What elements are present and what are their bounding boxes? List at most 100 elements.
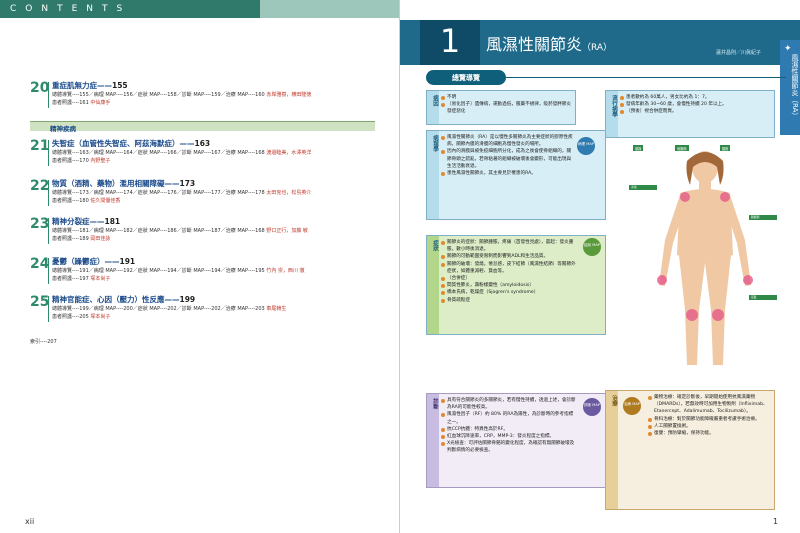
human-body-illustration (657, 151, 753, 365)
list-item: 患者數約為 60萬人，男女比約為 1：7。 (620, 94, 771, 101)
panel-label: 診斷 (427, 394, 439, 487)
figure-callout: 足趾 (749, 295, 777, 301)
chapter-number: 21 (30, 138, 50, 154)
toc-line: 患者照護----180 佐久間優佳香 (52, 198, 121, 204)
figure-callout: 手指 (629, 185, 657, 191)
chapter-number: 22 (30, 178, 50, 194)
list-item: 人工關節置換術。 (648, 423, 771, 430)
toc-line: 總體導覽----173／病理 MAP----174／症狀 MAP----176／… (52, 190, 312, 196)
treatment-map-badge[interactable]: 治療 MAP (623, 397, 641, 415)
list-item: 〔預後〕視合併症而異。 (620, 108, 771, 115)
panel-treatment: 治療 藥物治療：確定診斷後，早期開始使用抗風濕藥物（DMARDs），若無效時可加… (605, 390, 775, 510)
panel-symptoms: 症狀 關節炎的症狀：關節腫脹，疼痛（首發性見處），晨起：發炎腫脹，數小時後消退。… (426, 235, 606, 335)
toc-entry-22[interactable]: 22 物質（酒精、藥物）濫用相關障礙——173 總體導覽----173／病理 M… (30, 178, 370, 208)
figure-tag: 肩關節 (675, 145, 689, 151)
list-item: 因內的滑膜與被免疫細胞所分化，成為之後會使骨組織的，關節骨頭之錯亂，若骨粘著的組… (441, 148, 575, 170)
list-item: 〔合併症〕 (441, 275, 577, 282)
panel-label: 治療 (606, 391, 618, 509)
list-item: 患性風濕性關節炎，其主要見於罹患的RA。 (441, 170, 575, 177)
panel-label: 病因 (427, 91, 439, 124)
chapter-title: 精神分裂症——181 (52, 217, 121, 226)
toc-entry-24[interactable]: 24 憂鬱（躁鬱症）——191 總體導覽----191／病理 MAP----19… (30, 256, 370, 286)
entry-divider (48, 218, 49, 244)
toc-entry-21[interactable]: 21 失智症（血管性失智症、阿茲海默症）——163 總體導覽----163／病理… (30, 138, 370, 168)
overview-heading: 總覽導覽 (426, 70, 786, 90)
entry-divider (48, 140, 49, 166)
list-item: 風濕性關節炎（RA）是以慢性多關節炎為主要症狀的膠原性疾病，關節內膜的滑膜的細胞… (441, 134, 575, 148)
panel-pathology: 病理學 風濕性關節炎（RA）是以慢性多關節炎為主要症狀的膠原性疾病，關節內膜的滑… (426, 130, 606, 220)
list-item: 紅血球沉降速率，CRP，MMP-3：發炎程度之指標。 (441, 433, 577, 440)
panel-diagnosis: 診斷 具有符合關節炎的多關節炎，若有慢性持續，透過上述，會診斷為RA的可能性較高… (426, 393, 606, 488)
toc-entry-23[interactable]: 23 精神分裂症——181 總體導覽----181／病理 MAP----182／… (30, 216, 370, 246)
list-item: 復健：預防攣縮，保持功能。 (648, 430, 771, 437)
toc-entry-20[interactable]: 20 重症肌無力症——155 總體導覽----155／病理 MAP----156… (30, 80, 370, 110)
entry-divider (48, 296, 49, 322)
toc-line: 患者照護----189 岡田佳詠 (52, 236, 111, 242)
body-figure: 頭痛 肩關節 頸椎 手指 膝關節 足趾 (625, 145, 785, 375)
toc-line: 患者照護----197 塚本尚子 (52, 276, 111, 282)
overview-rule (506, 77, 786, 78)
toc-line: 總體導覽----191／病理 MAP----192／症狀 MAP----194／… (52, 268, 305, 274)
list-item: 具有符合關節炎的多關節炎，若有慢性持續，透過上述，會診斷為RA的可能性較高。 (441, 397, 577, 411)
list-item: 〔易化因子〕遺傳病，運動過低，服藥不規律，吸菸發胖節炎發症惡化 (441, 101, 572, 115)
toc-line: 總體導覽----163／病理 MAP----164／症狀 MAP----166／… (52, 150, 312, 156)
list-item: 橋本氏病，乾燥症（Sjogren's syndrome） (441, 289, 577, 296)
list-item: 藥物治療：確定診斷後，早期開始使用抗風濕藥物（DMARDs），若無效時可加用生物… (648, 394, 771, 416)
chapter-title: 憂鬱（躁鬱症）——191 (52, 257, 136, 266)
list-item: 風濕性因子（RF）約 80% 的RA為陽性，為診斷時的參考指標之一。 (441, 411, 577, 425)
toc-line: 總體導覽----181／病理 MAP----182／症狀 MAP----186／… (52, 228, 308, 234)
figure-tag: 頭痛 (633, 145, 644, 151)
page-number: 1 (773, 517, 779, 526)
list-item: 關節的破壞：發燒，倦怠感，皮下結節（風濕性結節）等關節外症狀，如體重減輕、貧血等… (441, 261, 577, 275)
figure-callout: 膝關節 (749, 215, 777, 221)
entry-divider (48, 180, 49, 206)
chapter-title: 風濕性關節炎（RA） (486, 35, 613, 54)
side-tab[interactable]: 風濕性關節炎（RA） (780, 40, 800, 135)
chapter-number: 23 (30, 216, 50, 232)
list-item: 關節的可動範圍受限制而影響到ADL和生活品質。 (441, 253, 577, 260)
chapter-title: 重症肌無力症——155 (52, 81, 128, 90)
left-page: CONTENTS 20 重症肌無力症——155 總體導覽----155／病理 M… (0, 0, 400, 533)
panel-label: 症狀 (427, 236, 439, 334)
list-item: 間質性肺炎，澱粉樣變性（amyloidosis） (441, 282, 577, 289)
chapter-author: 蓮井昌則／川眞紀子 (716, 50, 762, 56)
chapter-number: 24 (30, 256, 50, 272)
toc-line: 患者照護----170 內野聖子 (52, 158, 111, 164)
symptom-map-badge[interactable]: 症狀 MAP (583, 238, 601, 256)
panel-label: 病理學 (427, 131, 439, 219)
figure-tag: 頸椎 (720, 145, 731, 151)
list-item: 發病年齡為 30~60 歲，會慢性持續 20 年以上。 (620, 101, 771, 108)
chapter-number: 20 (30, 80, 50, 96)
bookmark-icon: ✦ (784, 44, 792, 54)
index-entry[interactable]: 索引----207 (30, 338, 57, 345)
chapter-title: 精神官能症、心因（壓力）性反應——199 (52, 295, 196, 304)
overview-label: 總覽導覽 (426, 70, 506, 85)
list-item: 不明 (441, 94, 572, 101)
toc-line: 患者照護----205 塚本尚子 (52, 314, 111, 320)
panel-epidemiology: 流行病學 患者數約為 60萬人，男女比約為 1：7。 發病年齡為 30~60 歲… (605, 90, 775, 138)
list-item: 關節炎的症狀：關節腫脹，疼痛（首發性見處），晨起：發炎腫脹，數小時後消退。 (441, 239, 577, 253)
chapter-title: 失智症（血管性失智症、阿茲海默症）——163 (52, 139, 211, 148)
list-item: 骨科治療：對於關節功能障礙嚴重者考慮手術治療。 (648, 416, 771, 423)
panel-label: 流行病學 (606, 91, 618, 137)
entry-divider (48, 82, 49, 108)
chapter-number-box: 1 (420, 20, 480, 65)
list-item: 骨質疏鬆症 (441, 297, 577, 304)
pathology-map-badge[interactable]: 病理 MAP (577, 137, 595, 155)
list-item: 抗CCP抗體：特異性高於RF。 (441, 426, 577, 433)
right-page: 1 風濕性關節炎（RA） 蓮井昌則／川眞紀子 風濕性關節炎（RA） ✦ 總覽導覽… (400, 0, 800, 533)
contents-header: CONTENTS (0, 0, 260, 18)
contents-header-accent (260, 0, 400, 18)
toc-line: 總體導覽----199／病理 MAP----200／症狀 MAP----202／… (52, 306, 287, 312)
chapter-number: 25 (30, 294, 50, 310)
entry-divider (48, 258, 49, 284)
section-header: 精神疾病 (30, 121, 375, 133)
list-item: X光檢查：可評估關節骨骼的變化程度，為確認有無關節破壞及判斷病情的必要檢查。 (441, 440, 577, 454)
diagnosis-map-badge[interactable]: 診斷 MAP (583, 398, 601, 416)
toc-entry-25[interactable]: 25 精神官能症、心因（壓力）性反應——199 總體導覽----199／病理 M… (30, 294, 370, 324)
toc-line: 總體導覽----155／病理 MAP----156／症狀 MAP----158／… (52, 92, 312, 98)
panel-cause: 病因 不明 〔易化因子〕遺傳病，運動過低，服藥不規律，吸菸發胖節炎發症惡化 (426, 90, 576, 125)
chapter-title: 物質（酒精、藥物）濫用相關障礙——173 (52, 179, 196, 188)
toc-line: 患者照護----161 中仙康手 (52, 100, 111, 106)
page-number: xii (25, 517, 35, 526)
